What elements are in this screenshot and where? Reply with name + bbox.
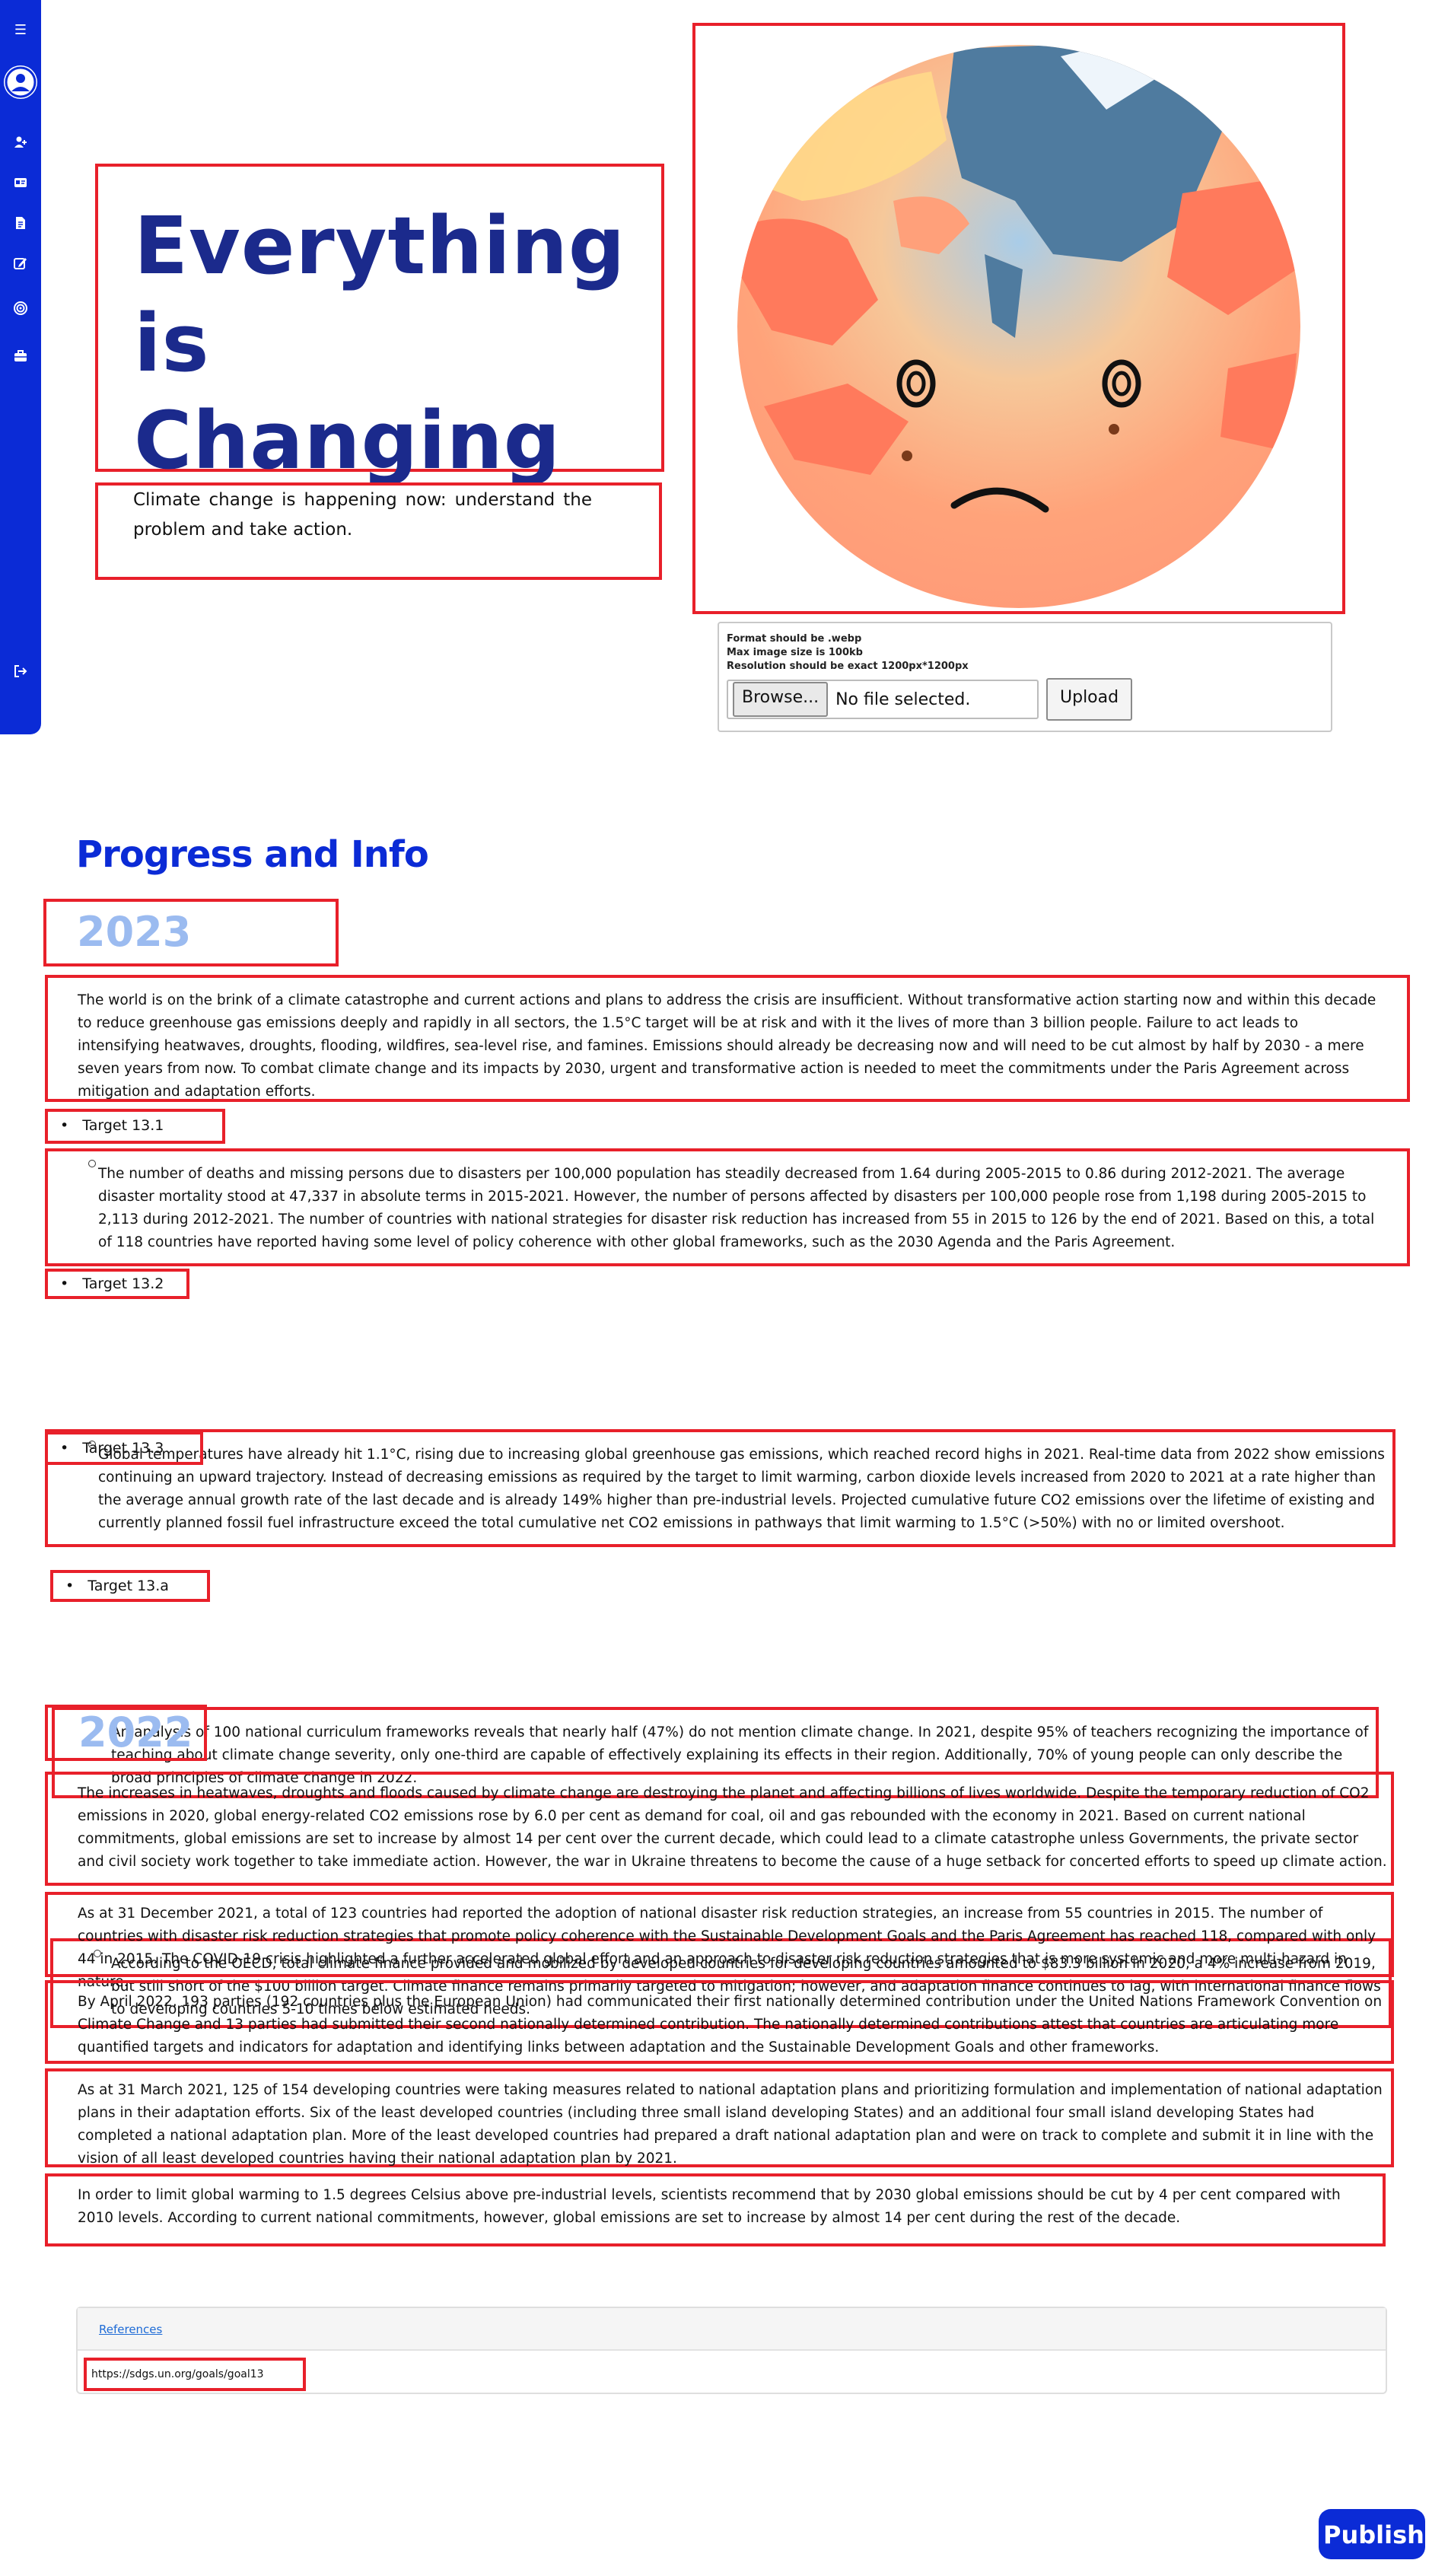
target-label-text: Target 13.a bbox=[88, 1578, 169, 1594]
paragraph-text: The world is on the brink of a climate c… bbox=[78, 992, 1376, 1100]
target-label-13-1[interactable]: Target 13.1 bbox=[45, 1109, 225, 1144]
paragraph-text: The increases in heatwaves, droughts and… bbox=[78, 1785, 1387, 1870]
paragraph-2022-5[interactable]: In order to limit global warming to 1.5 … bbox=[45, 2173, 1386, 2246]
briefcase-icon[interactable] bbox=[0, 349, 41, 368]
references-toggle-link[interactable]: References bbox=[99, 2323, 162, 2336]
paragraph-text: In order to limit global warming to 1.5 … bbox=[78, 2187, 1341, 2226]
image-upload-panel: Format should be .webp Max image size is… bbox=[718, 622, 1332, 732]
paragraph-2022-1[interactable]: The increases in heatwaves, droughts and… bbox=[45, 1772, 1394, 1886]
section-heading: Progress and Info bbox=[76, 833, 429, 876]
target-label-13-3[interactable]: Target 13.3 bbox=[45, 1431, 203, 1465]
hero-title: Everything is Changing bbox=[134, 197, 661, 489]
paragraph-2022-3[interactable]: By April 2022, 193 parties (192 countrie… bbox=[45, 1980, 1394, 2064]
references-panel: References https://sdgs.un.org/goals/goa… bbox=[76, 2307, 1387, 2394]
logout-icon[interactable] bbox=[0, 664, 41, 683]
target-label-13-a[interactable]: Target 13.a bbox=[50, 1570, 210, 1602]
reference-link[interactable]: https://sdgs.un.org/goals/goal13 bbox=[87, 2368, 264, 2380]
paragraph-2022-4[interactable]: As at 31 March 2021, 125 of 154 developi… bbox=[45, 2068, 1394, 2167]
target-label-text: Target 13.2 bbox=[82, 1275, 164, 1292]
upload-format-note: Format should be .webp bbox=[727, 633, 862, 645]
id-card-icon[interactable] bbox=[0, 176, 41, 194]
target-label-13-2[interactable]: Target 13.2 bbox=[45, 1269, 189, 1299]
hero-title-line: is bbox=[134, 297, 210, 390]
sidebar: ☰ bbox=[0, 0, 41, 734]
year-heading-2023[interactable]: 2023 bbox=[43, 899, 339, 966]
target-label-text: Target 13.3 bbox=[82, 1440, 164, 1457]
hero-title-line: Everything bbox=[134, 199, 626, 292]
edit-icon[interactable] bbox=[0, 256, 41, 275]
year-label: 2023 bbox=[77, 908, 192, 956]
upload-row: Browse... No file selected. Upload bbox=[727, 678, 1323, 721]
hero-subtitle-box[interactable]: Climate change is happening now: underst… bbox=[95, 482, 662, 580]
year-label: 2022 bbox=[78, 1708, 193, 1756]
file-input[interactable]: Browse... No file selected. bbox=[727, 680, 1039, 719]
target-label-text: Target 13.1 bbox=[82, 1117, 164, 1134]
publish-button[interactable]: Publish bbox=[1319, 2509, 1425, 2559]
paragraph-text: As at 31 March 2021, 125 of 154 developi… bbox=[78, 2082, 1383, 2167]
browse-button[interactable]: Browse... bbox=[733, 682, 829, 717]
document-icon[interactable] bbox=[0, 216, 41, 235]
upload-resolution-note: Resolution should be exact 1200px*1200px bbox=[727, 661, 969, 672]
hero-title-box[interactable]: Everything is Changing bbox=[95, 164, 664, 487]
year-heading-2022[interactable]: 2022 bbox=[45, 1705, 207, 1761]
target-detail-text: Global temperatures have already hit 1.1… bbox=[98, 1447, 1385, 1531]
references-header: References bbox=[78, 2308, 1386, 2351]
hero-subtitle: Climate change is happening now: underst… bbox=[133, 490, 592, 540]
menu-icon[interactable]: ☰ bbox=[0, 21, 41, 40]
add-user-icon[interactable] bbox=[0, 135, 41, 154]
target-icon[interactable] bbox=[0, 301, 41, 320]
file-status-text: No file selected. bbox=[835, 689, 971, 709]
paragraph-2022-2[interactable]: As at 31 December 2021, a total of 123 c… bbox=[45, 1892, 1394, 1990]
target-detail-13-2[interactable]: Global temperatures have already hit 1.1… bbox=[45, 1429, 1395, 1547]
paragraph-text: By April 2022, 193 parties (192 countrie… bbox=[78, 1994, 1383, 2055]
target-detail-13-1[interactable]: The number of deaths and missing persons… bbox=[45, 1148, 1410, 1266]
user-avatar-icon[interactable] bbox=[4, 65, 37, 99]
intro-paragraph-2023[interactable]: The world is on the brink of a climate c… bbox=[45, 975, 1410, 1102]
upload-size-note: Max image size is 100kb bbox=[727, 647, 863, 658]
hero-image-frame[interactable] bbox=[692, 23, 1345, 614]
target-detail-text: The number of deaths and missing persons… bbox=[98, 1166, 1375, 1250]
angry-earth-illustration bbox=[737, 45, 1300, 608]
upload-button[interactable]: Upload bbox=[1046, 678, 1133, 721]
reference-link-box[interactable]: https://sdgs.un.org/goals/goal13 bbox=[84, 2358, 306, 2391]
hero-title-line: Changing bbox=[134, 394, 562, 487]
